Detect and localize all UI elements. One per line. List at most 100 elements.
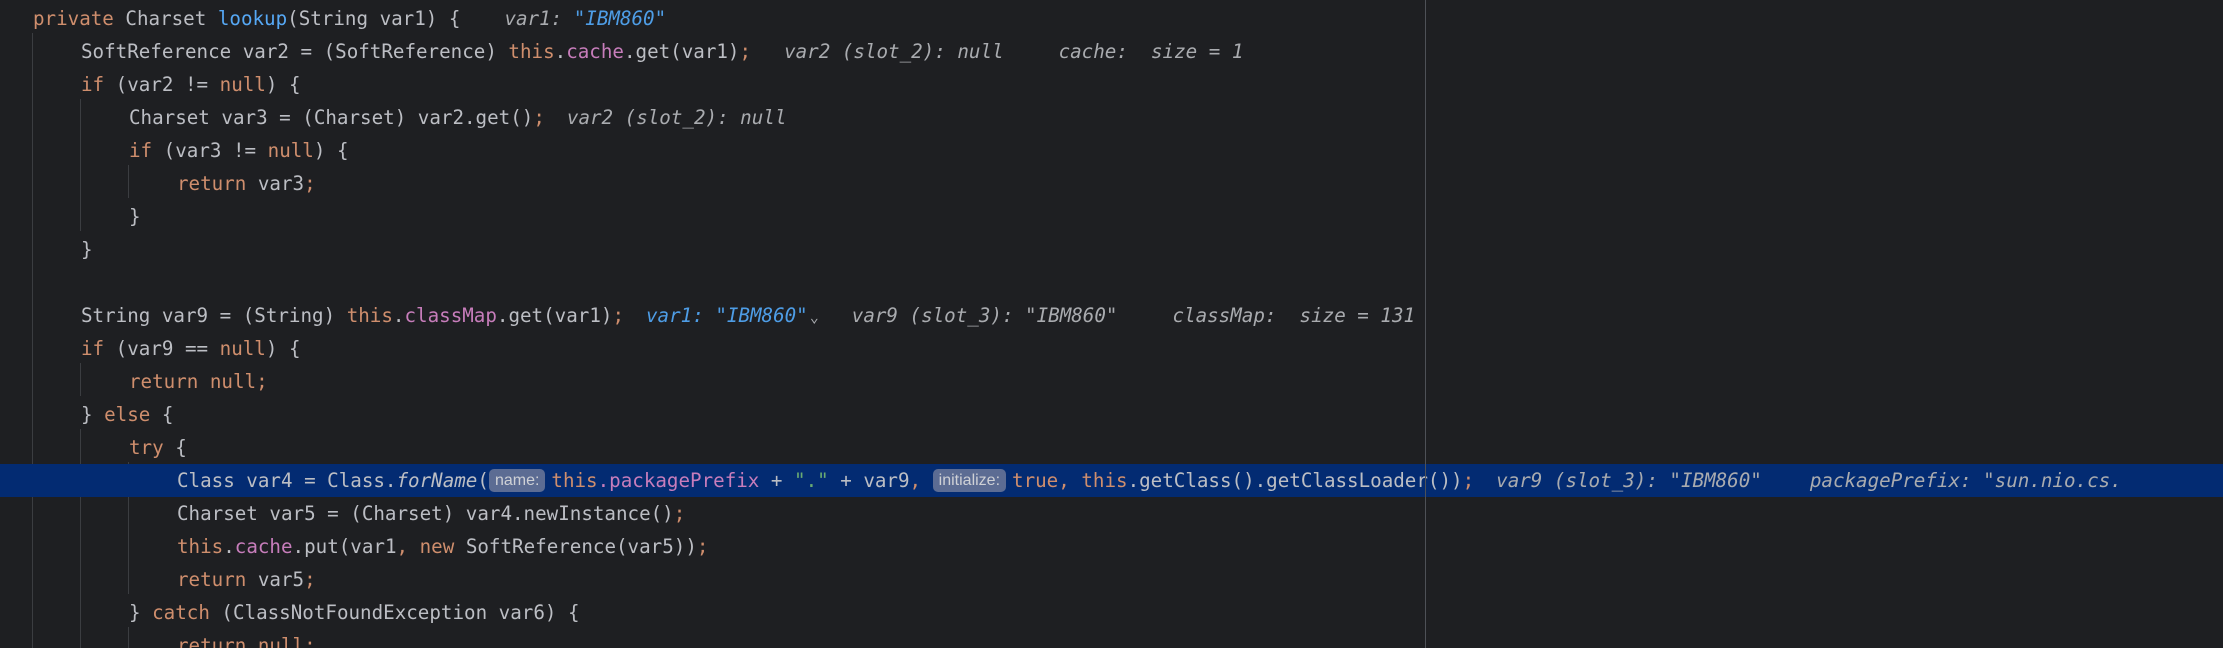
code-line[interactable]: if (var9 == null) {	[0, 332, 2223, 365]
keyword: null	[219, 73, 266, 96]
semicolon: ;	[256, 370, 268, 393]
code-line[interactable]	[0, 266, 2223, 299]
keyword: else	[104, 403, 151, 426]
code-text: Charset	[113, 7, 218, 30]
semicolon: ;	[673, 502, 686, 525]
code-line[interactable]: return null;	[0, 365, 2223, 398]
method-name: forName	[396, 469, 478, 492]
semicolon: ;	[696, 535, 709, 558]
code-text: .	[392, 304, 405, 327]
code-text: }	[129, 601, 153, 624]
code-line[interactable]: private Charset lookup(String var1) { var…	[0, 2, 2223, 35]
code-line[interactable]: SoftReference var2 = (SoftReference) thi…	[0, 35, 2223, 68]
code-line[interactable]: return var5;	[0, 563, 2223, 596]
code-text: (var2 !=	[104, 73, 220, 96]
keyword: return	[129, 370, 199, 393]
keyword: return	[177, 568, 247, 591]
string-literal: "."	[794, 469, 829, 492]
chevron-down-icon[interactable]: ⌄	[810, 301, 819, 334]
code-text: + var9	[828, 469, 910, 492]
code-text: var5	[246, 568, 305, 591]
keyword: try	[129, 436, 164, 459]
field-name: cache	[234, 535, 293, 558]
code-text: ) {	[313, 139, 349, 162]
code-text: (String var1) {	[287, 7, 461, 30]
keyword: private	[33, 7, 114, 30]
code-line[interactable]: this.cache.put(var1, new SoftReference(v…	[0, 530, 2223, 563]
keyword: null	[219, 337, 266, 360]
code-text: String var9 = (String)	[81, 304, 347, 327]
debug-hint: classMap: size = 131	[1172, 304, 1416, 327]
keyword: this	[1081, 469, 1128, 492]
keyword: null	[267, 139, 314, 162]
comma: ,	[1058, 469, 1082, 492]
code-line[interactable]: String var9 = (String) this.classMap.get…	[0, 299, 2223, 332]
code-text: {	[163, 436, 187, 459]
current-execution-line[interactable]: Class var4 = Class.forName(name: this.pac…	[0, 464, 2223, 497]
code-line[interactable]: try {	[0, 431, 2223, 464]
code-text: (var3 !=	[152, 139, 268, 162]
code-line[interactable]: Charset var3 = (Charset) var2.get(); var2…	[0, 101, 2223, 134]
keyword: this	[508, 40, 555, 63]
code-text: {	[150, 403, 174, 426]
debug-hint[interactable]: var1:	[646, 304, 715, 327]
code-text: SoftReference(var5))	[454, 535, 697, 558]
semicolon: ;	[304, 568, 316, 591]
code-editor[interactable]: private Charset lookup(String var1) { var…	[0, 0, 2223, 648]
keyword: if	[81, 73, 105, 96]
keyword: new	[419, 535, 455, 558]
code-line[interactable]: }	[0, 233, 2223, 266]
code-line[interactable]: } catch (ClassNotFoundException var6) {	[0, 596, 2223, 629]
code-line[interactable]: if (var2 != null) {	[0, 68, 2223, 101]
field-name: .packagePrefix	[597, 469, 760, 492]
semicolon: ;	[612, 304, 624, 327]
comma: ,	[396, 535, 420, 558]
debug-hint: var9 (slot_3): "IBM860"	[851, 304, 1118, 327]
code-line[interactable]: return var3;	[0, 167, 2223, 200]
keyword: if	[129, 139, 153, 162]
keyword: true	[1012, 469, 1059, 492]
code-text: ) {	[265, 73, 301, 96]
debug-hint: var1:	[504, 7, 574, 30]
code-text: }	[81, 238, 93, 261]
code-text: var3	[246, 172, 305, 195]
semicolon: ;	[533, 106, 545, 129]
code-text: }	[129, 205, 141, 228]
code-text: }	[81, 403, 105, 426]
code-line[interactable]: Charset var5 = (Charset) var4.newInstanc…	[0, 497, 2223, 530]
keyword: if	[81, 337, 105, 360]
semicolon: ;	[739, 40, 752, 63]
method-name: lookup	[217, 7, 288, 30]
debug-hint: var2 (slot_2): null	[784, 40, 1004, 63]
keyword: return	[177, 172, 247, 195]
right-margin-guide	[1425, 0, 1426, 648]
debug-hint: var2 (slot_2): null	[566, 106, 787, 129]
field-name: classMap	[404, 304, 497, 327]
keyword: this	[177, 535, 224, 558]
keyword: catch	[152, 601, 210, 624]
code-line[interactable]: if (var3 != null) {	[0, 134, 2223, 167]
debug-hint-value: "IBM860"	[573, 7, 667, 30]
code-text: SoftReference var2 = (SoftReference)	[81, 40, 509, 63]
code-text: (ClassNotFoundException var6) {	[209, 601, 580, 624]
code-line[interactable]: } else {	[0, 398, 2223, 431]
code-text: +	[759, 469, 795, 492]
debug-hint: var9 (slot_3): "IBM860"	[1496, 469, 1762, 492]
debug-hint: packagePrefix: "sun.nio.cs.	[1809, 469, 2122, 492]
field-name: cache	[566, 40, 624, 63]
code-text: (	[477, 469, 489, 492]
debug-hint-value[interactable]: "IBM860"	[715, 304, 807, 327]
code-text: .get(var1)	[623, 40, 740, 63]
code-text: Charset var5 = (Charset) var4.newInstanc…	[177, 502, 674, 525]
parameter-hint-name: name:	[488, 469, 546, 492]
code-line[interactable]: }	[0, 200, 2223, 233]
semicolon: ;	[1462, 469, 1475, 492]
code-line[interactable]: return null;	[0, 629, 2223, 648]
code-text: Charset var3 = (Charset) var2.get()	[129, 106, 534, 129]
code-text: .put(var1	[292, 535, 397, 558]
code-text: .get(var1)	[496, 304, 613, 327]
parameter-hint-initialize: initialize:	[932, 469, 1007, 492]
code-text: ) {	[265, 337, 301, 360]
